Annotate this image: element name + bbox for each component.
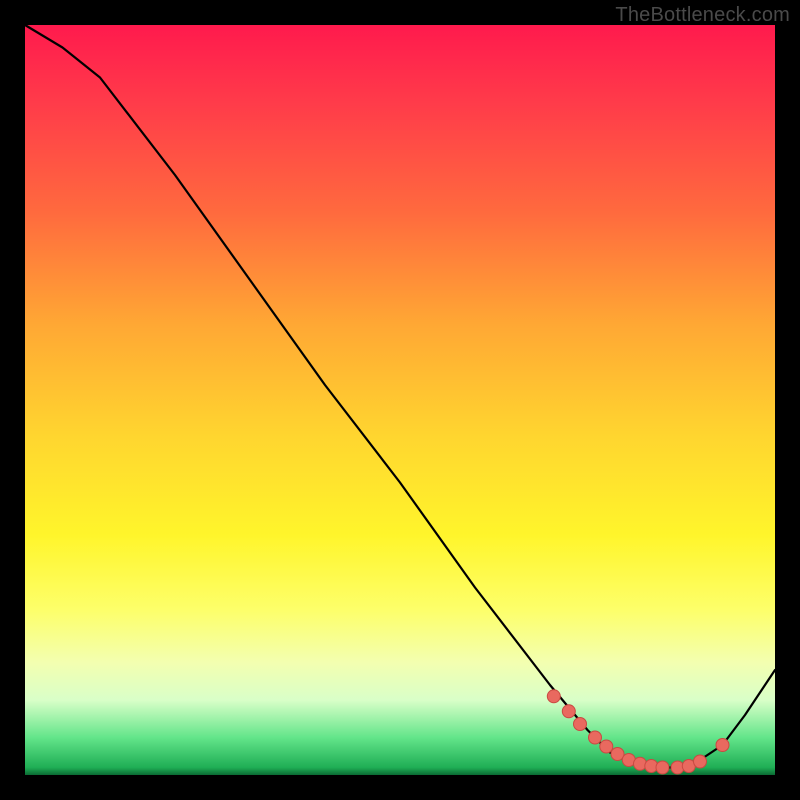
data-point-marker [600,740,613,753]
data-point-marker [574,718,587,731]
data-point-marker [716,739,729,752]
data-markers [547,690,729,774]
plot-area [25,25,775,775]
data-point-marker [547,690,560,703]
curve-line [25,25,775,768]
watermark-text: TheBottleneck.com [615,4,790,27]
chart-svg [25,25,775,775]
data-point-marker [562,705,575,718]
data-point-marker [589,731,602,744]
data-point-marker [634,757,647,770]
chart-frame: TheBottleneck.com [0,0,800,800]
data-point-marker [694,755,707,768]
data-point-marker [656,761,669,774]
